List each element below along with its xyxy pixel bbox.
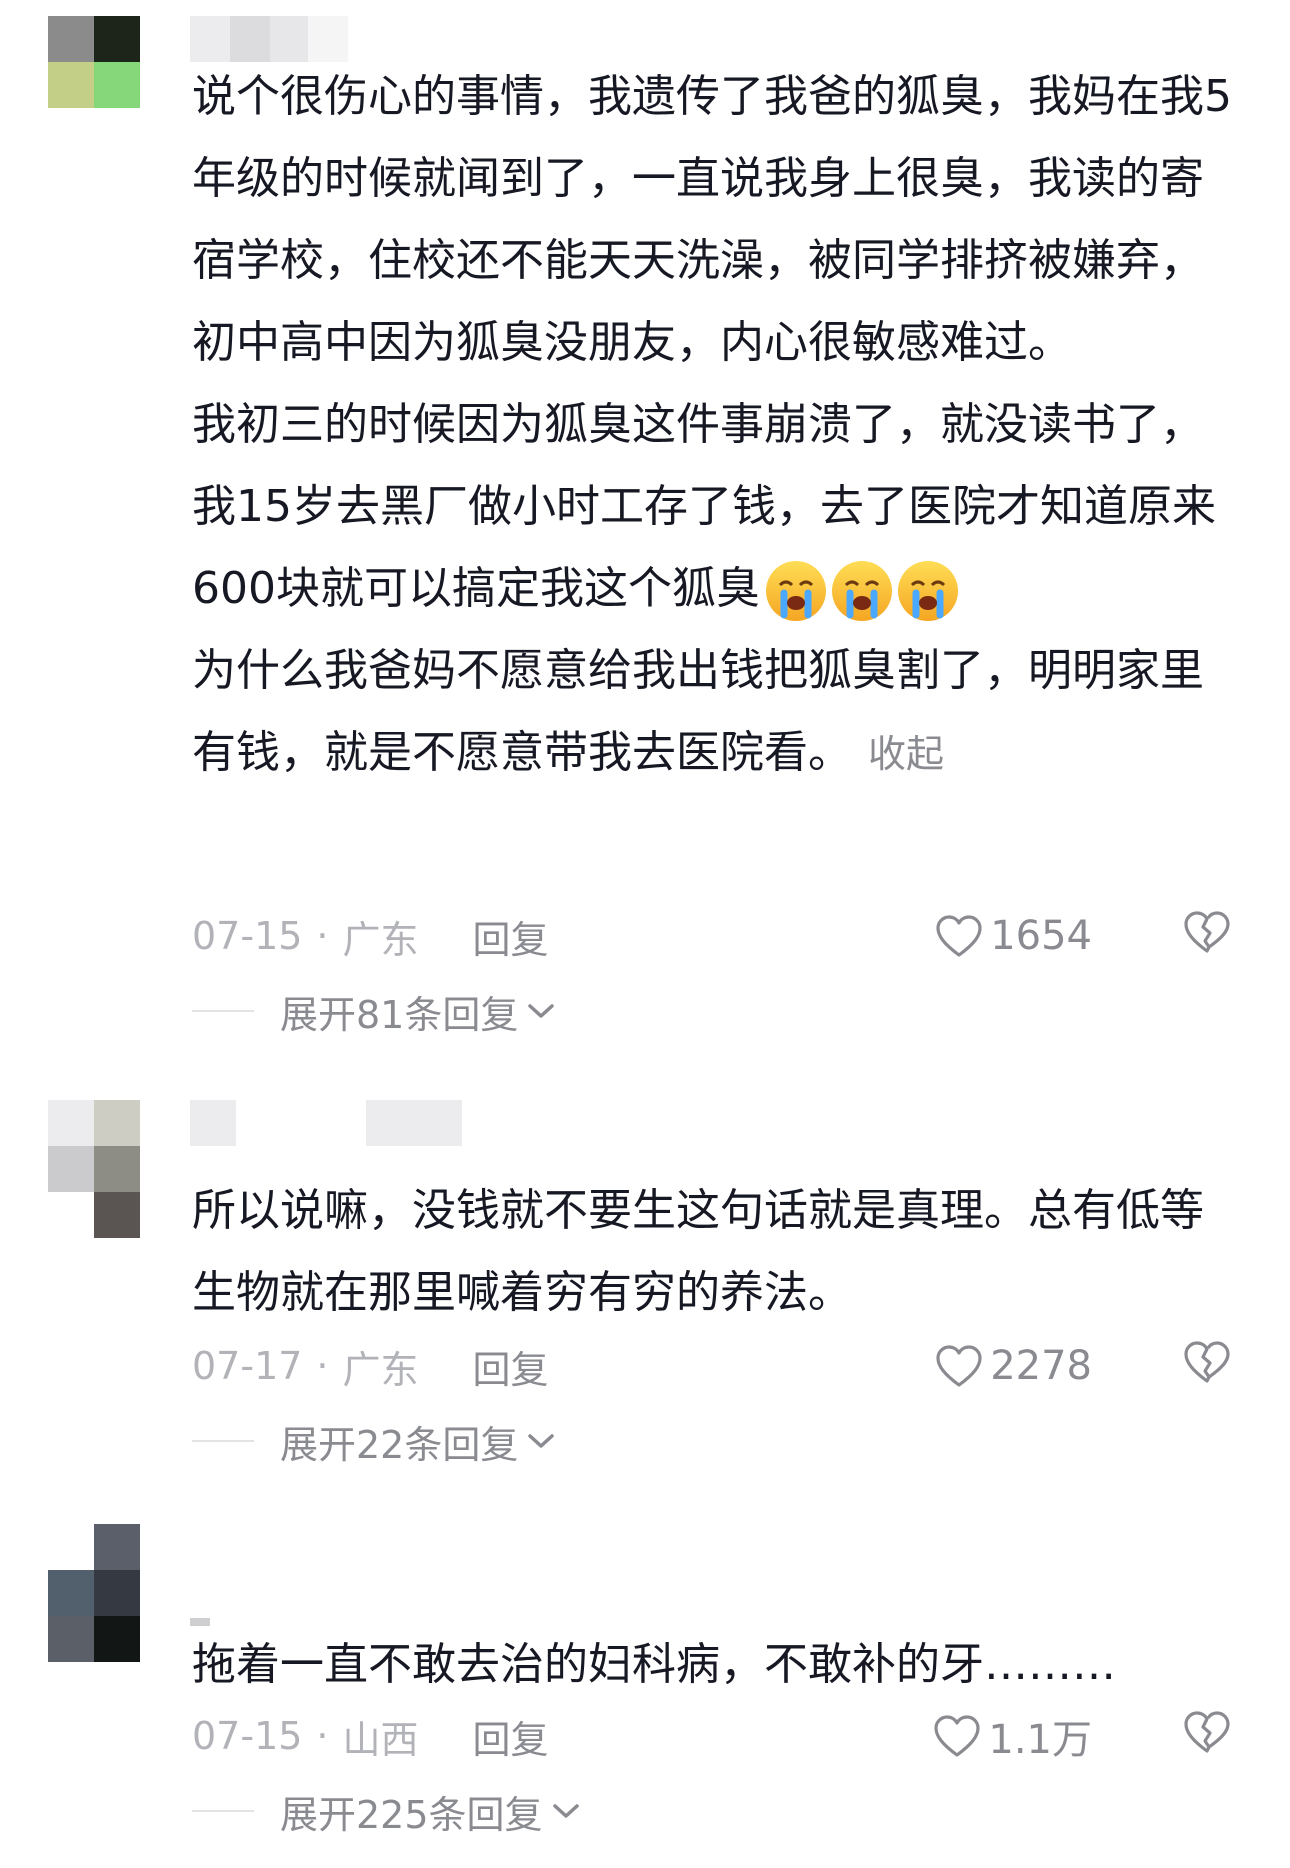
- reply-button[interactable]: 回复: [473, 909, 549, 964]
- comment-meta: 07-17 · 广东 回复 2278: [192, 1336, 1232, 1396]
- expand-replies-label: 展开81条回复: [280, 992, 519, 1037]
- chevron-down-icon: [528, 1004, 555, 1018]
- emoji-group: [764, 559, 960, 623]
- expand-replies-label: 展开225条回复: [280, 1792, 543, 1837]
- comment-text: 说个很伤心的事情，我遗传了我爸的狐臭，我妈在我5年级的时候就闻到了，一直说我身上…: [192, 56, 1242, 795]
- broken-heart-icon: [1184, 1340, 1230, 1383]
- comment-date: 07-15: [192, 914, 303, 958]
- like-count: 1654: [990, 913, 1092, 959]
- comment-paragraph: 为什么我爸妈不愿意给我出钱把狐臭割了，明明家里有钱，就是不愿意带我去医院看。 收起: [192, 645, 1204, 778]
- comment-text: 所以说嘛，没钱就不要生这句话就是真理。总有低等生物就在那里喊着穷有穷的养法。: [192, 1170, 1242, 1334]
- like-button[interactable]: 1.1万: [932, 1707, 1092, 1765]
- comment-date: 07-17: [192, 1344, 303, 1388]
- comment-meta: 07-15 · 广东 回复 1654: [192, 906, 1232, 966]
- expand-replies-button[interactable]: 展开81条回复: [192, 986, 556, 1037]
- expand-replies-label: 展开22条回复: [280, 1422, 519, 1467]
- reply-button[interactable]: 回复: [473, 1339, 549, 1394]
- dislike-button[interactable]: [1182, 909, 1232, 964]
- expand-replies-button[interactable]: 展开225条回复: [192, 1786, 581, 1837]
- broken-heart-icon: [1184, 910, 1230, 953]
- like-button[interactable]: 2278: [934, 1343, 1092, 1389]
- heart-icon: [936, 915, 982, 957]
- heart-icon: [934, 1715, 980, 1757]
- comment-paragraph: 拖着一直不敢去治的妇科病，不敢补的牙………: [192, 1639, 1116, 1690]
- comment-location: 广东: [342, 917, 419, 962]
- broken-heart-icon: [1184, 1710, 1230, 1753]
- heart-icon: [936, 1345, 982, 1387]
- dislike-button[interactable]: [1182, 1339, 1232, 1394]
- like-count: 1.1万: [988, 1717, 1092, 1763]
- comment-list: 说个很伤心的事情，我遗传了我爸的狐臭，我妈在我5年级的时候就闻到了，一直说我身上…: [0, 0, 1290, 1868]
- avatar[interactable]: [48, 16, 140, 108]
- comment-date: 07-15: [192, 1714, 303, 1758]
- meta-separator: ·: [316, 914, 329, 958]
- avatar[interactable]: [48, 1524, 140, 1662]
- chevron-down-icon: [552, 1804, 579, 1818]
- comment-paragraph: 说个很伤心的事情，我遗传了我爸的狐臭，我妈在我5年级的时候就闻到了，一直说我身上…: [192, 71, 1232, 368]
- comment-paragraph: 我初三的时候因为狐臭这件事崩溃了，就没读书了，我15岁去黑厂做小时工存了钱，去了…: [192, 384, 1242, 630]
- crying-face-icon: [831, 561, 892, 621]
- reply-button[interactable]: 回复: [473, 1709, 549, 1764]
- meta-separator: ·: [316, 1714, 329, 1758]
- comment-meta: 07-15 · 山西 回复 1.1万: [192, 1706, 1232, 1766]
- dislike-button[interactable]: [1182, 1709, 1232, 1764]
- meta-separator: ·: [316, 1344, 329, 1388]
- crying-face-icon: [765, 561, 826, 621]
- like-count: 2278: [990, 1343, 1092, 1389]
- comment-paragraph: 所以说嘛，没钱就不要生这句话就是真理。总有低等生物就在那里喊着穷有穷的养法。: [192, 1185, 1204, 1318]
- comment-location: 山西: [342, 1717, 419, 1762]
- chevron-down-icon: [528, 1434, 555, 1448]
- username[interactable]: [190, 1100, 462, 1146]
- expand-replies-button[interactable]: 展开22条回复: [192, 1416, 556, 1467]
- divider: [192, 1810, 254, 1812]
- avatar[interactable]: [48, 1100, 140, 1238]
- crying-face-icon: [897, 561, 958, 621]
- divider: [192, 1010, 254, 1012]
- like-button[interactable]: 1654: [934, 913, 1092, 959]
- comment-location: 广东: [342, 1347, 419, 1392]
- comment-text: 拖着一直不敢去治的妇科病，不敢补的牙………: [192, 1624, 1242, 1706]
- divider: [192, 1440, 254, 1442]
- collapse-button[interactable]: 收起: [868, 732, 944, 776]
